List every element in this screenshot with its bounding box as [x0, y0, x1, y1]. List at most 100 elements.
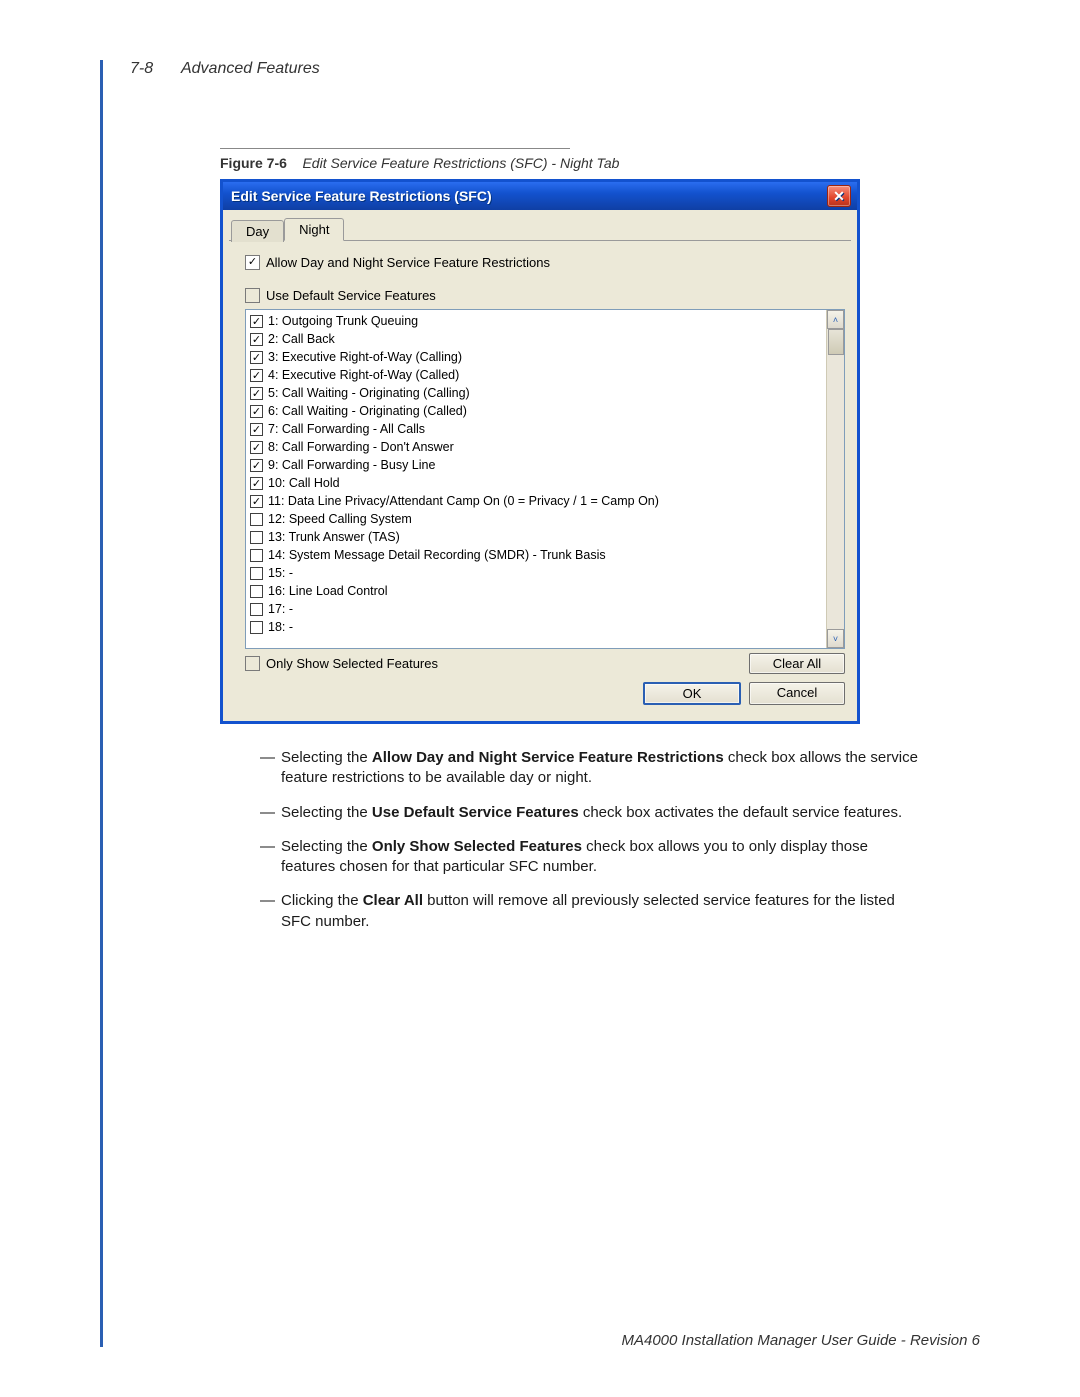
chevron-down-icon: ˅	[833, 634, 838, 644]
feature-row[interactable]: ✓ 9: Call Forwarding - Busy Line	[250, 456, 822, 474]
feature-checkbox[interactable]: ✓	[250, 477, 263, 490]
feature-row[interactable]: 12: Speed Calling System	[250, 510, 822, 528]
bullet-2: — Selecting the Use Default Service Feat…	[260, 803, 920, 823]
left-margin-rule	[100, 60, 103, 1347]
close-button[interactable]: ✕	[827, 185, 851, 207]
feature-row[interactable]: ✓2: Call Back	[250, 330, 822, 348]
feature-label: 17: -	[268, 602, 293, 616]
feature-row[interactable]: ✓ 3: Executive Right-of-Way (Calling)	[250, 348, 822, 366]
dash-icon: —	[260, 837, 281, 857]
feature-checkbox[interactable]: ✓	[250, 405, 263, 418]
feature-row[interactable]: ✓ 11: Data Line Privacy/Attendant Camp On…	[250, 492, 822, 510]
feature-row[interactable]: ✓ 10: Call Hold	[250, 474, 822, 492]
page-number: 7-8	[130, 60, 153, 77]
scroll-up-button[interactable]: ˄	[827, 310, 844, 329]
dash-icon: —	[260, 803, 281, 823]
tab-day[interactable]: Day	[231, 220, 284, 242]
features-list-content: ✓1: Outgoing Trunk Queuing✓2: Call Back✓…	[246, 310, 826, 648]
bullet-1: — Selecting the Allow Day and Night Serv…	[260, 748, 920, 789]
feature-row[interactable]: 17: -	[250, 600, 822, 618]
feature-label: 4: Executive Right-of-Way (Called)	[268, 368, 459, 382]
use-default-checkbox[interactable]	[245, 288, 260, 303]
feature-row[interactable]: ✓ 6: Call Waiting - Originating (Called)	[250, 402, 822, 420]
only-selected-checkbox[interactable]	[245, 656, 260, 671]
ok-button[interactable]: OK	[643, 682, 741, 705]
dialog-title: Edit Service Feature Restrictions (SFC)	[231, 188, 492, 204]
feature-label: 12: Speed Calling System	[268, 512, 412, 526]
figure-label: Figure 7-6	[220, 155, 287, 171]
feature-checkbox[interactable]: ✓	[250, 333, 263, 346]
feature-checkbox[interactable]	[250, 585, 263, 598]
feature-checkbox[interactable]: ✓	[250, 459, 263, 472]
feature-checkbox[interactable]: ✓	[250, 351, 263, 364]
scroll-thumb[interactable]	[828, 329, 844, 355]
feature-label: 11: Data Line Privacy/Attendant Camp On …	[268, 494, 659, 508]
feature-checkbox[interactable]	[250, 567, 263, 580]
feature-row[interactable]: ✓ 5: Call Waiting - Originating (Calling)	[250, 384, 822, 402]
listbox-footer-row: Only Show Selected Features Clear All	[245, 653, 845, 674]
tab-strip: Day Night	[229, 214, 851, 241]
feature-checkbox[interactable]	[250, 603, 263, 616]
features-listbox[interactable]: ✓1: Outgoing Trunk Queuing✓2: Call Back✓…	[245, 309, 845, 649]
feature-label: 5: Call Waiting - Originating (Calling)	[268, 386, 470, 400]
feature-row[interactable]: ✓ 1: Outgoing Trunk Queuing	[250, 312, 822, 330]
feature-label: 7: Call Forwarding - All Calls	[268, 422, 425, 436]
feature-label: 14: System Message Detail Recording (SMD…	[268, 548, 606, 562]
feature-checkbox[interactable]	[250, 531, 263, 544]
feature-checkbox[interactable]: ✓	[250, 441, 263, 454]
feature-label: 3: Executive Right-of-Way (Calling)	[268, 350, 462, 364]
allow-restrictions-row[interactable]: ✓ Allow Day and Night Service Feature Re…	[245, 255, 845, 270]
scroll-down-button[interactable]: ˅	[827, 629, 844, 648]
allow-restrictions-checkbox[interactable]: ✓	[245, 255, 260, 270]
feature-label: 10: Call Hold	[268, 476, 340, 490]
feature-label: 16: Line Load Control	[268, 584, 388, 598]
bullet-4: — Clicking the Clear All button will rem…	[260, 891, 920, 932]
scrollbar[interactable]: ˄ ˅	[826, 310, 844, 648]
feature-row[interactable]: 18: -	[250, 618, 822, 636]
close-icon: ✕	[833, 188, 845, 205]
dash-icon: —	[260, 891, 281, 911]
chevron-up-icon: ˄	[833, 315, 838, 325]
feature-label: 18: -	[268, 620, 293, 634]
allow-restrictions-label: Allow Day and Night Service Feature Rest…	[266, 255, 550, 270]
page-header: 7-8 Advanced Features	[130, 60, 980, 78]
feature-row[interactable]: ✓ 8: Call Forwarding - Don't Answer	[250, 438, 822, 456]
feature-checkbox[interactable]	[250, 513, 263, 526]
feature-checkbox[interactable]	[250, 621, 263, 634]
sfc-dialog: Edit Service Feature Restrictions (SFC) …	[220, 179, 860, 724]
bullet-3: — Selecting the Only Show Selected Featu…	[260, 837, 920, 878]
scroll-track[interactable]	[827, 355, 844, 629]
use-default-row[interactable]: Use Default Service Features	[245, 288, 845, 303]
page-footer: MA4000 Installation Manager User Guide -…	[140, 1332, 980, 1349]
explanation-block: — Selecting the Allow Day and Night Serv…	[260, 748, 920, 932]
feature-label: 9: Call Forwarding - Busy Line	[268, 458, 435, 472]
document-page: 7-8 Advanced Features Figure 7-6 Edit Se…	[0, 0, 1080, 1397]
clear-all-button[interactable]: Clear All	[749, 653, 845, 674]
feature-row[interactable]: 16: Line Load Control	[250, 582, 822, 600]
caption-rule	[220, 148, 570, 149]
feature-row[interactable]: 14: System Message Detail Recording (SMD…	[250, 546, 822, 564]
feature-checkbox[interactable]: ✓	[250, 387, 263, 400]
feature-checkbox[interactable]	[250, 549, 263, 562]
cancel-button[interactable]: Cancel	[749, 682, 845, 705]
feature-checkbox[interactable]: ✓	[250, 423, 263, 436]
feature-label: 6: Call Waiting - Originating (Called)	[268, 404, 467, 418]
only-selected-row[interactable]: Only Show Selected Features	[245, 656, 438, 671]
feature-checkbox[interactable]: ✓	[250, 315, 263, 328]
feature-row[interactable]: ✓ 4: Executive Right-of-Way (Called)	[250, 366, 822, 384]
feature-row[interactable]: ✓ 7: Call Forwarding - All Calls	[250, 420, 822, 438]
feature-label: 15: -	[268, 566, 293, 580]
feature-label: 1: Outgoing Trunk Queuing	[268, 314, 418, 328]
feature-row[interactable]: 15: -	[250, 564, 822, 582]
tab-night[interactable]: Night	[284, 218, 344, 241]
feature-checkbox[interactable]: ✓	[250, 495, 263, 508]
feature-checkbox[interactable]: ✓	[250, 369, 263, 382]
titlebar[interactable]: Edit Service Feature Restrictions (SFC) …	[223, 182, 857, 210]
figure-caption: Figure 7-6 Edit Service Feature Restrict…	[220, 155, 980, 171]
feature-label: 8: Call Forwarding - Don't Answer	[268, 440, 454, 454]
feature-label: 13: Trunk Answer (TAS)	[268, 530, 400, 544]
dialog-body: Day Night ✓ Allow Day and Night Service …	[223, 210, 857, 721]
feature-row[interactable]: 13: Trunk Answer (TAS)	[250, 528, 822, 546]
dialog-okcancel: OK Cancel	[245, 682, 845, 705]
use-default-label: Use Default Service Features	[266, 288, 436, 303]
